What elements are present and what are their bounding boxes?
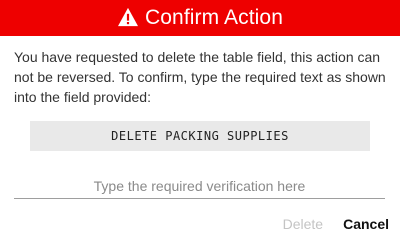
confirm-action-dialog: Confirm Action You have requested to del… [0, 0, 400, 249]
dialog-header: Confirm Action [0, 0, 400, 36]
cancel-button[interactable]: Cancel [343, 216, 389, 232]
required-text-box: DELETE PACKING SUPPLIES [30, 121, 370, 151]
verification-field-container [14, 174, 385, 199]
verification-input[interactable] [14, 174, 385, 198]
dialog-actions: Delete Cancel [283, 214, 389, 234]
delete-button[interactable]: Delete [283, 216, 323, 232]
dialog-title: Confirm Action [145, 6, 283, 29]
dialog-message: You have requested to delete the table f… [14, 49, 386, 105]
warning-triangle-icon [118, 7, 139, 27]
required-text: DELETE PACKING SUPPLIES [111, 129, 289, 143]
